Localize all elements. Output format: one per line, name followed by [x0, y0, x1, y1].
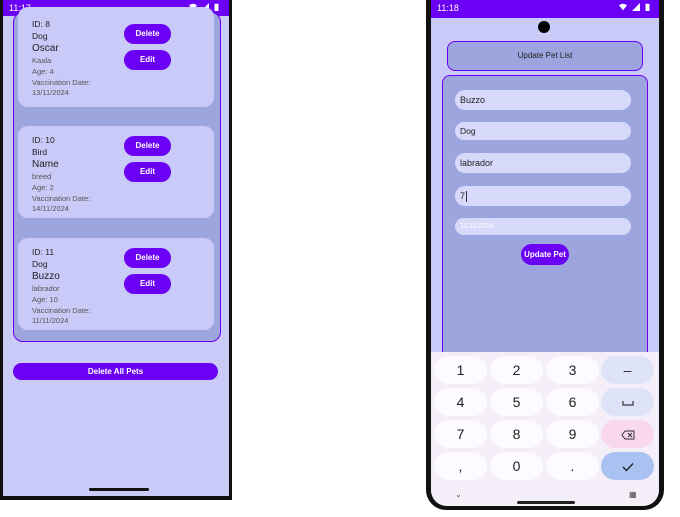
- delete-button[interactable]: Delete: [124, 136, 171, 156]
- page-title: Update Pet List: [447, 41, 643, 71]
- key-4[interactable]: 4: [434, 388, 487, 416]
- vaccination-label: Vaccination Date:: [32, 78, 91, 87]
- pet-list-screen: 11:17 ID: 8 Dog Oscar Kaala Age: 4 Vacci…: [3, 0, 229, 496]
- pet-breed-field[interactable]: labrador: [455, 153, 631, 173]
- pet-name: Buzzo: [32, 271, 60, 282]
- pet-card: ID: 11 Dog Buzzo labrador Age: 10 Vaccin…: [18, 238, 214, 330]
- key-2[interactable]: 2: [490, 356, 543, 384]
- update-pet-form: Buzzo Dog labrador 7 11/11/2024 Update P…: [442, 75, 648, 367]
- done-key[interactable]: [601, 452, 654, 480]
- vaccination-date: 14/11/2024: [32, 204, 69, 213]
- numeric-keyboard: 1 2 3 – 4 5 6 7 8 9 , 0 . ⌄ ▦: [431, 352, 659, 506]
- key-comma[interactable]: ,: [434, 452, 487, 480]
- key-8[interactable]: 8: [490, 420, 543, 448]
- delete-button[interactable]: Delete: [124, 24, 171, 44]
- right-phone: 11:18 Update Pet List Buzzo Dog labrador…: [426, 0, 664, 510]
- status-bar: 11:18: [431, 0, 659, 18]
- key-period[interactable]: .: [546, 452, 599, 480]
- key-7[interactable]: 7: [434, 420, 487, 448]
- key-3[interactable]: 3: [546, 356, 599, 384]
- pet-name-field[interactable]: Buzzo: [455, 90, 631, 110]
- pet-age-value: 7: [460, 191, 466, 201]
- pet-id: ID: 10: [32, 135, 55, 145]
- pet-breed: labrador: [32, 284, 60, 293]
- battery-icon: [645, 3, 650, 11]
- backspace-key[interactable]: [601, 420, 654, 448]
- delete-button[interactable]: Delete: [124, 248, 171, 268]
- home-indicator[interactable]: [517, 501, 575, 504]
- key-6[interactable]: 6: [546, 388, 599, 416]
- pet-species: Bird: [32, 147, 48, 157]
- edit-button[interactable]: Edit: [124, 274, 171, 294]
- pet-name: Oscar: [32, 43, 59, 54]
- pet-card: ID: 10 Bird Name breed Age: 2 Vaccinatio…: [18, 126, 214, 218]
- vaccination-date: 11/11/2024: [32, 316, 69, 325]
- left-phone: 11:17 ID: 8 Dog Oscar Kaala Age: 4 Vacci…: [0, 0, 232, 500]
- pet-list-container[interactable]: ID: 8 Dog Oscar Kaala Age: 4 Vaccination…: [13, 7, 221, 342]
- pet-age: Age: 2: [32, 183, 54, 192]
- update-pet-screen: 11:18 Update Pet List Buzzo Dog labrador…: [431, 0, 659, 506]
- pet-id: ID: 8: [32, 19, 50, 29]
- wifi-icon: [619, 3, 627, 11]
- space-key[interactable]: [601, 388, 654, 416]
- vaccination-label: Vaccination Date:: [32, 306, 91, 315]
- chevron-down-icon[interactable]: ⌄: [455, 490, 462, 499]
- signal-icon: [632, 3, 640, 11]
- pet-species-field[interactable]: Dog: [455, 122, 631, 140]
- keyboard-switch-icon[interactable]: ▦: [629, 490, 637, 499]
- vaccination-date-field[interactable]: 11/11/2024: [455, 218, 631, 235]
- check-icon: [622, 463, 634, 472]
- pet-species: Dog: [32, 31, 48, 41]
- edit-button[interactable]: Edit: [124, 162, 171, 182]
- pet-card: ID: 8 Dog Oscar Kaala Age: 4 Vaccination…: [18, 7, 214, 107]
- key-minus[interactable]: –: [601, 356, 654, 384]
- key-5[interactable]: 5: [490, 388, 543, 416]
- pet-age: Age: 10: [32, 295, 58, 304]
- edit-button[interactable]: Edit: [124, 50, 171, 70]
- delete-all-pets-button[interactable]: Delete All Pets: [13, 363, 218, 380]
- vaccination-label: Vaccination Date:: [32, 194, 91, 203]
- text-cursor: [466, 191, 468, 203]
- pet-age: Age: 4: [32, 67, 54, 76]
- key-1[interactable]: 1: [434, 356, 487, 384]
- pet-breed: breed: [32, 172, 52, 181]
- front-camera: [538, 21, 550, 33]
- battery-icon: [214, 3, 219, 11]
- vaccination-date: 13/11/2024: [32, 88, 69, 97]
- pet-id: ID: 11: [32, 247, 55, 257]
- backspace-icon: [620, 430, 634, 440]
- key-0[interactable]: 0: [490, 452, 543, 480]
- pet-breed: Kaala: [32, 56, 52, 65]
- pet-species: Dog: [32, 259, 48, 269]
- space-icon: [621, 401, 634, 406]
- key-9[interactable]: 9: [546, 420, 599, 448]
- pet-age-field[interactable]: 7: [455, 186, 631, 206]
- pet-name: Name: [32, 159, 59, 170]
- status-time: 11:18: [437, 3, 459, 13]
- home-indicator[interactable]: [89, 488, 149, 491]
- update-pet-button[interactable]: Update Pet: [521, 244, 569, 265]
